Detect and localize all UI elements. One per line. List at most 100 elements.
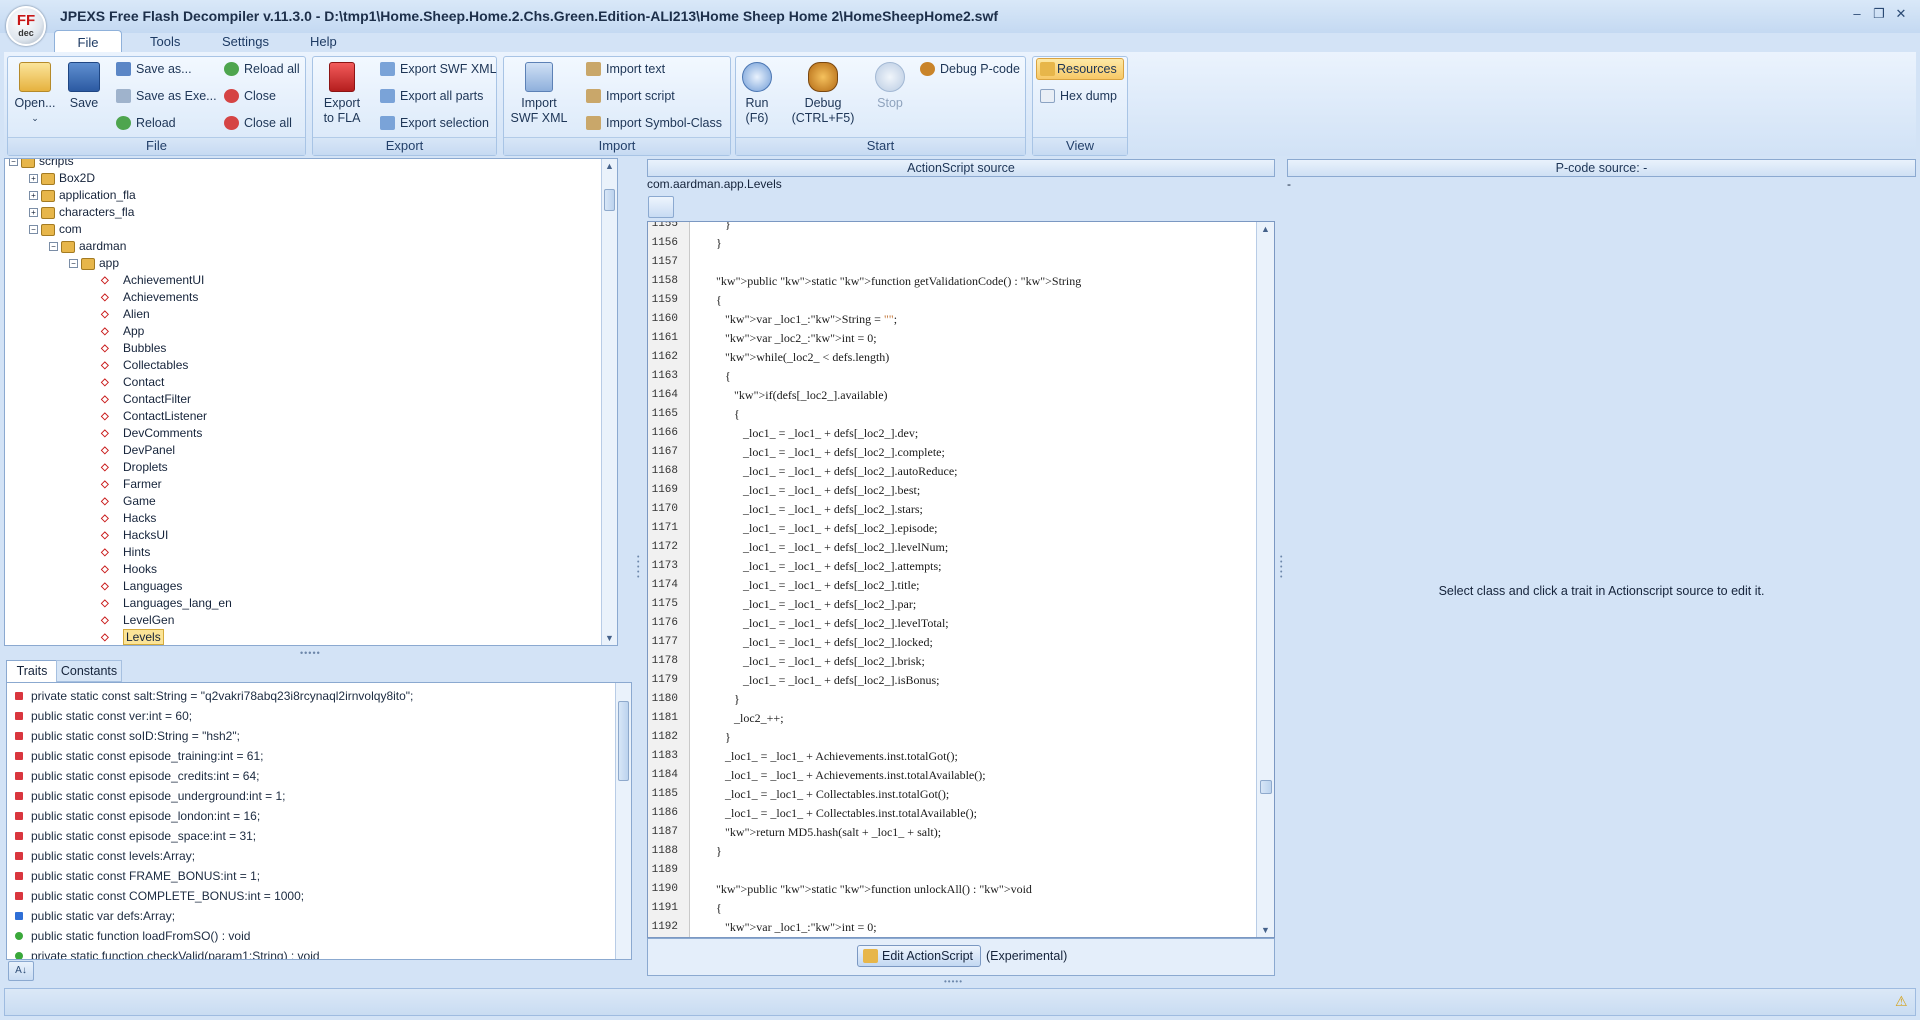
app-logo-icon[interactable]: FF dec [6,6,46,46]
trait-item[interactable]: public static var defs:Array; [7,906,607,926]
trait-item[interactable]: private static const salt:String = "q2va… [7,686,607,706]
tree-item[interactable]: ◇ ContactFilter [9,391,599,408]
trait-item[interactable]: public static const episode_credits:int … [7,766,607,786]
code-scrollbar-thumb[interactable] [1260,780,1272,794]
save-as-button[interactable]: Save as... [116,60,192,78]
export-swf-xml-button[interactable]: Export SWF XML [380,60,497,78]
trait-item[interactable]: public static const levels:Array; [7,846,607,866]
import-swf-xml-button[interactable]: Import SWF XML [508,62,570,126]
code-line[interactable]: 1175 _loc1_ = _loc1_ + defs[_loc2_].par; [648,595,1248,614]
tree-item[interactable]: − aardman [9,238,599,255]
code-line[interactable]: 1168 _loc1_ = _loc1_ + defs[_loc2_].auto… [648,462,1248,481]
code-line[interactable]: 1171 _loc1_ = _loc1_ + defs[_loc2_].epis… [648,519,1248,538]
collapse-icon[interactable]: − [69,259,78,269]
tree-item[interactable]: ◇ Hacks [9,510,599,527]
code-line[interactable]: 1173 _loc1_ = _loc1_ + defs[_loc2_].atte… [648,557,1248,576]
trait-item[interactable]: public static const episode_space:int = … [7,826,607,846]
trait-item[interactable]: public static const COMPLETE_BONUS:int =… [7,886,607,906]
tab-help[interactable]: Help [296,30,351,52]
run-button[interactable]: Run (F6) [738,62,776,126]
export-selection-button[interactable]: Export selection [380,114,489,132]
code-line[interactable]: 1169 _loc1_ = _loc1_ + defs[_loc2_].best… [648,481,1248,500]
code-line[interactable]: 1158 "kw">public "kw">static "kw">functi… [648,272,1248,291]
tree-item[interactable]: ◇ Droplets [9,459,599,476]
close-icon[interactable]: ✕ [1890,5,1912,23]
tree-item[interactable]: ◇ Achievements [9,289,599,306]
reload-all-button[interactable]: Reload all [224,60,300,78]
trait-item[interactable]: public static const episode_underground:… [7,786,607,806]
traits-scrollbar[interactable] [615,683,631,959]
import-text-button[interactable]: Import text [586,60,665,78]
save-as-exe-button[interactable]: Save as Exe... [116,87,217,105]
tree-scrollbar-thumb[interactable] [604,189,615,211]
close-all-button[interactable]: Close all [224,114,292,132]
tree-item[interactable]: + characters_fla [9,204,599,221]
tree-item[interactable]: ◇ Contact [9,374,599,391]
expand-icon[interactable]: + [29,208,38,218]
traits-list[interactable]: private static const salt:String = "q2va… [6,682,632,960]
code-line[interactable]: 1160 "kw">var _loc1_:"kw">String = ""; [648,310,1248,329]
tree-item[interactable]: + Box2D [9,170,599,187]
debug-button[interactable]: Debug (CTRL+F5) [790,62,856,126]
tree-item[interactable]: ◇ Languages [9,578,599,595]
code-line[interactable]: 1165 { [648,405,1248,424]
tree-item[interactable]: ◇ Collectables [9,357,599,374]
code-line[interactable]: 1161 "kw">var _loc2_:"kw">int = 0; [648,329,1248,348]
tree-item[interactable]: − com [9,221,599,238]
trait-item[interactable]: private static function checkValid(param… [7,946,607,959]
splitter-handle-icon[interactable]: ••••• [300,648,336,658]
collapse-icon[interactable]: − [9,159,18,167]
code-line[interactable]: 1180 } [648,690,1248,709]
code-scrollbar[interactable]: ▲ ▼ [1256,222,1274,937]
tree-item[interactable]: ◇ Hints [9,544,599,561]
code-line[interactable]: 1172 _loc1_ = _loc1_ + defs[_loc2_].leve… [648,538,1248,557]
open-button[interactable]: Open... ⌄ [10,62,60,126]
hex-dump-button[interactable]: Hex dump [1040,87,1117,105]
tab-traits[interactable]: Traits [6,660,58,682]
restore-icon[interactable]: ❐ [1868,5,1890,23]
tree-item[interactable]: + application_fla [9,187,599,204]
trait-item[interactable]: public static const episode_london:int =… [7,806,607,826]
deobfuscate-icon[interactable] [648,196,674,218]
trait-item[interactable]: public static const soID:String = "hsh2"… [7,726,607,746]
code-line[interactable]: 1184 _loc1_ = _loc1_ + Achievements.inst… [648,766,1248,785]
tree-item[interactable]: ◇ Hooks [9,561,599,578]
tree-item[interactable]: ◇ DevPanel [9,442,599,459]
code-line[interactable]: 1179 _loc1_ = _loc1_ + defs[_loc2_].isBo… [648,671,1248,690]
import-script-button[interactable]: Import script [586,87,675,105]
code-line[interactable]: 1181 _loc2_++; [648,709,1248,728]
code-line[interactable]: 1187 "kw">return MD5.hash(salt + _loc1_ … [648,823,1248,842]
export-all-parts-button[interactable]: Export all parts [380,87,483,105]
code-line[interactable]: 1190 "kw">public "kw">static "kw">functi… [648,880,1248,899]
code-line[interactable]: 1162 "kw">while(_loc2_ < defs.length) [648,348,1248,367]
tab-tools[interactable]: Tools [136,30,194,52]
code-line[interactable]: 1188 } [648,842,1248,861]
resource-tree[interactable]: − scripts + Box2D + application_fla + character… [4,158,618,646]
tree-item[interactable]: ◇ Languages_lang_en [9,595,599,612]
export-to-fla-button[interactable]: Export to FLA [316,62,368,126]
tree-item[interactable]: ◇ Levels [9,629,599,645]
import-symbol-class-button[interactable]: Import Symbol-Class [586,114,722,132]
warning-icon[interactable]: ⚠ [1895,993,1908,1010]
code-line[interactable]: 1185 _loc1_ = _loc1_ + Collectables.inst… [648,785,1248,804]
expand-icon[interactable]: + [29,174,38,184]
code-line[interactable]: 1191 { [648,899,1248,918]
trait-item[interactable]: public static const ver:int = 60; [7,706,607,726]
splitter-right-icon[interactable]: • • • • • [1280,554,1282,581]
tree-item[interactable]: ◇ ContactListener [9,408,599,425]
tree-item[interactable]: ◇ App [9,323,599,340]
tree-item[interactable]: ◇ Alien [9,306,599,323]
tree-item[interactable]: − app [9,255,599,272]
tree-item[interactable]: ◇ LevelGen [9,612,599,629]
collapse-icon[interactable]: − [49,242,58,252]
tree-item[interactable]: ◇ HacksUI [9,527,599,544]
code-line[interactable]: 1167 _loc1_ = _loc1_ + defs[_loc2_].comp… [648,443,1248,462]
collapse-icon[interactable]: − [29,225,38,235]
code-scroll-down-icon[interactable]: ▼ [1261,925,1270,935]
code-line[interactable]: 1156 } [648,234,1248,253]
resources-button[interactable]: Resources [1036,58,1124,80]
code-scroll-up-icon[interactable]: ▲ [1261,224,1270,234]
code-line[interactable]: 1166 _loc1_ = _loc1_ + defs[_loc2_].dev; [648,424,1248,443]
code-line[interactable]: 1164 "kw">if(defs[_loc2_].available) [648,386,1248,405]
edit-actionscript-button[interactable]: Edit ActionScript [857,945,981,967]
